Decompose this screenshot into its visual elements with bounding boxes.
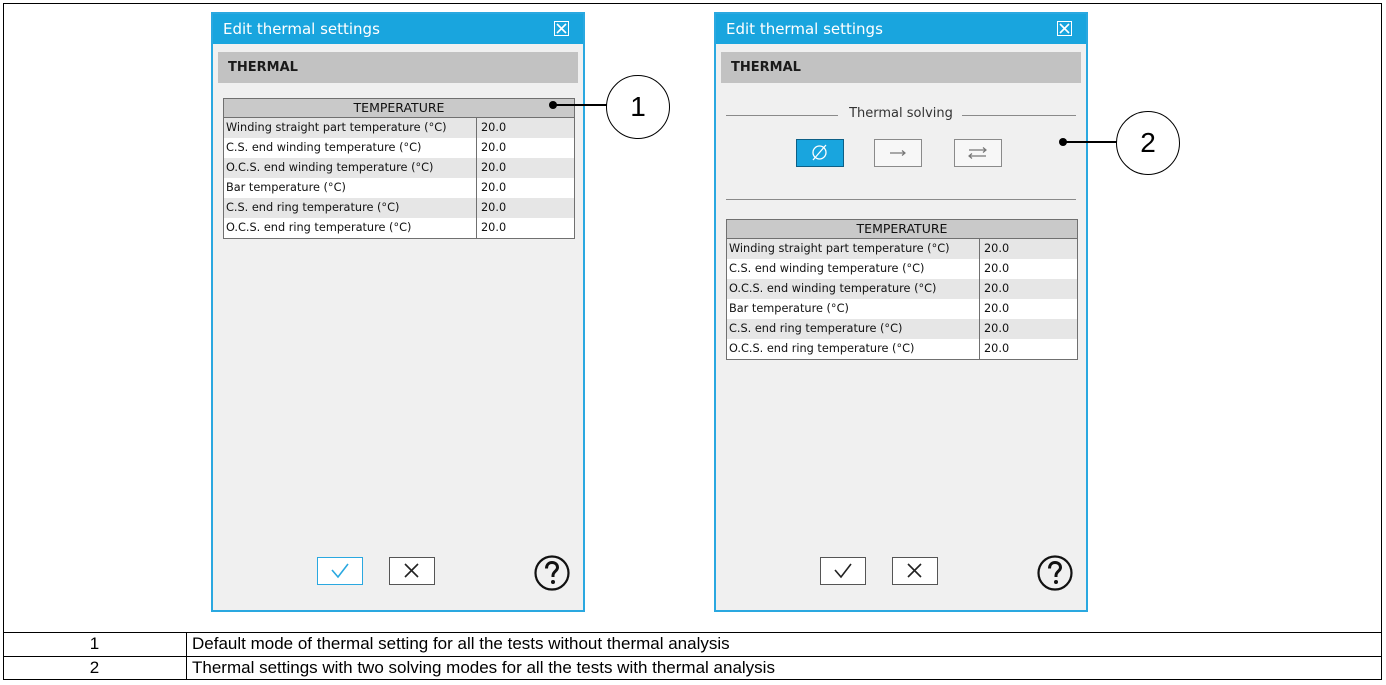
ok-button[interactable] [820, 557, 866, 585]
callout-1: 1 [606, 75, 670, 139]
temperature-table: TEMPERATURE Winding straight part temper… [726, 219, 1078, 360]
edit-thermal-dialog-solving: Edit thermal settings THERMAL Thermal so… [714, 12, 1088, 612]
dialog-title: Edit thermal settings [726, 20, 883, 38]
table-row: Winding straight part temperature (°C) 20… [727, 239, 1077, 259]
figure-frame [3, 3, 1382, 680]
help-button[interactable] [1037, 555, 1073, 591]
legend-number: 1 [89, 634, 100, 653]
close-icon[interactable] [1057, 21, 1072, 36]
close-icon[interactable] [554, 21, 569, 36]
row-value-input[interactable]: 20.0 [980, 259, 1077, 279]
dialog-title-bar: Edit thermal settings [716, 14, 1086, 44]
row-label: Bar temperature (°C) [727, 299, 980, 319]
check-icon [834, 563, 852, 579]
table-row: Winding straight part temperature (°C) 20… [224, 118, 574, 138]
table-body: Winding straight part temperature (°C) 20… [224, 118, 574, 238]
row-label: C.S. end winding temperature (°C) [727, 259, 980, 279]
row-value-input[interactable]: 20.0 [980, 319, 1077, 339]
section-header: THERMAL [218, 52, 578, 83]
row-label: C.S. end ring temperature (°C) [727, 319, 980, 339]
temperature-table: TEMPERATURE Winding straight part temper… [223, 98, 575, 239]
x-icon [404, 563, 419, 578]
row-label: O.C.S. end winding temperature (°C) [727, 279, 980, 299]
row-value-input[interactable]: 20.0 [980, 299, 1077, 319]
table-body: Winding straight part temperature (°C) 20… [727, 239, 1077, 359]
mode-two-way-button[interactable] [954, 139, 1002, 167]
table-row: C.S. end winding temperature (°C) 20.0 [224, 138, 574, 158]
table-header: TEMPERATURE [727, 220, 1077, 239]
row-value-input[interactable]: 20.0 [980, 279, 1077, 299]
arrow-right-icon [890, 150, 906, 156]
x-icon [907, 563, 922, 578]
row-value-input[interactable]: 20.0 [477, 118, 574, 138]
row-value-input[interactable]: 20.0 [980, 239, 1077, 259]
mode-none-button[interactable] [796, 139, 844, 167]
cancel-button[interactable] [892, 557, 938, 585]
dialog-title-bar: Edit thermal settings [213, 14, 583, 44]
legend-number: 2 [89, 658, 100, 677]
cancel-button[interactable] [389, 557, 435, 585]
callout-pointer-line [1063, 141, 1117, 143]
row-value-input[interactable]: 20.0 [477, 218, 574, 238]
table-row: C.S. end ring temperature (°C) 20.0 [727, 319, 1077, 339]
row-label: Winding straight part temperature (°C) [727, 239, 980, 259]
table-row: C.S. end ring temperature (°C) 20.0 [224, 198, 574, 218]
table-row: O.C.S. end ring temperature (°C) 20.0 [224, 218, 574, 238]
edit-thermal-dialog-default: Edit thermal settings THERMAL TEMPERATUR… [211, 12, 585, 612]
table-header: TEMPERATURE [224, 99, 574, 118]
table-row: O.C.S. end winding temperature (°C) 20.0 [727, 279, 1077, 299]
table-row: Bar temperature (°C) 20.0 [224, 178, 574, 198]
row-label: O.C.S. end ring temperature (°C) [727, 339, 980, 359]
table-row: Bar temperature (°C) 20.0 [727, 299, 1077, 319]
legend-description: Thermal settings with two solving modes … [192, 658, 775, 677]
mode-one-way-button[interactable] [874, 139, 922, 167]
row-label: Bar temperature (°C) [224, 178, 477, 198]
legend-description: Default mode of thermal setting for all … [192, 634, 730, 653]
empty-set-icon [812, 144, 827, 161]
row-label: Winding straight part temperature (°C) [224, 118, 477, 138]
callout-pointer-line [553, 104, 607, 106]
thermal-solving-label: Thermal solving [847, 106, 955, 121]
row-value-input[interactable]: 20.0 [980, 339, 1077, 359]
table-row: C.S. end winding temperature (°C) 20.0 [727, 259, 1077, 279]
help-button[interactable] [534, 555, 570, 591]
row-value-input[interactable]: 20.0 [477, 178, 574, 198]
row-label: C.S. end winding temperature (°C) [224, 138, 477, 158]
legend-column-divider [186, 632, 187, 680]
question-icon [1037, 555, 1073, 591]
row-label: O.C.S. end winding temperature (°C) [224, 158, 477, 178]
callout-2: 2 [1116, 111, 1180, 175]
row-label: O.C.S. end ring temperature (°C) [224, 218, 477, 238]
table-row: O.C.S. end ring temperature (°C) 20.0 [727, 339, 1077, 359]
section-header: THERMAL [721, 52, 1081, 83]
check-icon [331, 563, 349, 579]
ok-button[interactable] [317, 557, 363, 585]
arrows-exchange-icon [968, 147, 987, 159]
row-value-input[interactable]: 20.0 [477, 138, 574, 158]
row-label: C.S. end ring temperature (°C) [224, 198, 477, 218]
group-rule-bottom [726, 199, 1076, 200]
table-row: O.C.S. end winding temperature (°C) 20.0 [224, 158, 574, 178]
row-value-input[interactable]: 20.0 [477, 158, 574, 178]
thermal-solving-group: Thermal solving [726, 106, 1076, 202]
question-icon [534, 555, 570, 591]
dialog-title: Edit thermal settings [223, 20, 380, 38]
row-value-input[interactable]: 20.0 [477, 198, 574, 218]
